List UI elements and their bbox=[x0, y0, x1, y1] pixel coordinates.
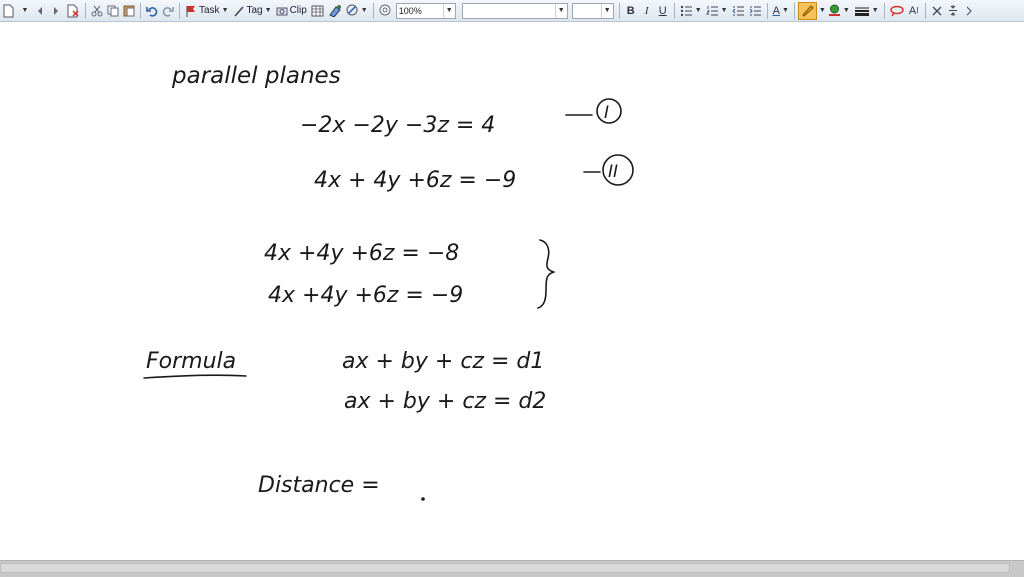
highlighter-icon bbox=[802, 5, 814, 17]
tag-label: Tag bbox=[246, 5, 263, 16]
toolbar-separator bbox=[673, 2, 675, 19]
pen-color-icon bbox=[828, 4, 840, 16]
table-icon[interactable] bbox=[309, 2, 326, 20]
formula-2: ax + by + cz = d2 bbox=[344, 389, 546, 414]
equation-2: 4x + 4y +6z = −9 bbox=[314, 168, 516, 193]
font-name-select[interactable]: ▼ bbox=[461, 2, 568, 19]
toolbar-separator bbox=[618, 2, 620, 19]
note-canvas[interactable]: parallel planes −2x −2y −3z = 4 I 4x + 4… bbox=[0, 22, 1024, 560]
line-style-button[interactable]: ▼ bbox=[852, 2, 881, 20]
pen-dot bbox=[421, 497, 425, 501]
bullet-list-icon[interactable]: ▼ bbox=[678, 2, 704, 20]
previous-page-icon[interactable] bbox=[32, 2, 48, 20]
zoom-select[interactable]: 100% ▼ bbox=[395, 2, 456, 19]
horizontal-scrollbar[interactable] bbox=[0, 560, 1024, 577]
tag-button[interactable]: Tag ▼ bbox=[231, 2, 274, 20]
toolbar-separator bbox=[372, 2, 374, 19]
chevron-down-icon: ▼ bbox=[221, 7, 229, 14]
bold-button[interactable]: B bbox=[623, 2, 639, 20]
delete-page-icon[interactable] bbox=[64, 2, 82, 20]
distance-label: Distance = bbox=[258, 473, 380, 498]
tools-icon[interactable]: ▼ bbox=[344, 2, 370, 20]
chevron-down-icon: ▼ bbox=[842, 7, 850, 14]
pen-color-button[interactable]: ▼ bbox=[826, 2, 852, 20]
equation-1-marker: I bbox=[604, 103, 609, 123]
chevron-down-icon: ▼ bbox=[442, 3, 453, 18]
toolbar-separator bbox=[883, 2, 885, 19]
close-icon[interactable] bbox=[929, 2, 945, 20]
chevron-down-icon: ▼ bbox=[360, 7, 368, 14]
paste-icon[interactable] bbox=[121, 2, 137, 20]
equation-brace bbox=[537, 239, 555, 309]
task-button[interactable]: Task ▼ bbox=[183, 2, 231, 20]
formula-1: ax + by + cz = d1 bbox=[342, 349, 544, 374]
toolbar-separator bbox=[85, 2, 86, 19]
underline-button[interactable]: U bbox=[655, 2, 671, 20]
cut-icon[interactable] bbox=[89, 2, 105, 20]
chevron-down-icon[interactable]: ▼ bbox=[819, 7, 826, 14]
chevron-down-icon: ▼ bbox=[720, 7, 728, 14]
copy-icon[interactable] bbox=[105, 2, 121, 20]
line-style-icon bbox=[854, 7, 869, 16]
font-size-mark: I bbox=[916, 6, 919, 15]
font-size-button[interactable]: AI bbox=[906, 2, 922, 20]
italic-button[interactable]: I bbox=[639, 2, 655, 20]
tag-pen-icon bbox=[233, 5, 244, 17]
heading-text: parallel planes bbox=[171, 63, 341, 89]
chevron-down-icon: ▼ bbox=[871, 7, 879, 14]
next-page-icon[interactable] bbox=[48, 2, 64, 20]
formula-label: Formula bbox=[146, 349, 236, 374]
page-dropdown-icon[interactable]: ▼ bbox=[16, 2, 32, 20]
insert-icon[interactable] bbox=[326, 2, 344, 20]
text-color-label: A bbox=[772, 4, 780, 17]
decrease-indent-icon[interactable] bbox=[730, 2, 747, 20]
toolbar-separator bbox=[140, 2, 141, 19]
chevron-down-icon: ▼ bbox=[264, 7, 272, 14]
clip-label: Clip bbox=[289, 5, 307, 16]
chevron-down-icon: ▼ bbox=[600, 3, 611, 18]
clip-button[interactable]: Clip bbox=[274, 2, 309, 20]
zoom-value: 100% bbox=[398, 5, 422, 16]
equation-3: 4x +4y +6z = −8 bbox=[264, 241, 459, 266]
equation-2-marker: II bbox=[608, 162, 618, 182]
chevron-down-icon: ▼ bbox=[694, 7, 702, 14]
highlighter-button[interactable] bbox=[797, 1, 817, 20]
increase-indent-icon[interactable] bbox=[747, 2, 764, 20]
zoom-icon[interactable] bbox=[377, 2, 394, 20]
equation-1: −2x −2y −3z = 4 bbox=[300, 113, 495, 138]
scrollbar-thumb[interactable] bbox=[0, 563, 1010, 573]
undo-icon[interactable] bbox=[144, 2, 160, 20]
toolbar-separator bbox=[179, 2, 180, 19]
new-page-icon[interactable] bbox=[0, 2, 16, 20]
chevron-down-icon: ▼ bbox=[781, 7, 789, 14]
lasso-icon[interactable] bbox=[888, 2, 906, 20]
toolbar-separator bbox=[924, 2, 926, 19]
redo-icon[interactable] bbox=[160, 2, 176, 20]
font-size-select[interactable]: ▼ bbox=[571, 2, 614, 19]
text-color-button[interactable]: A ▼ bbox=[771, 2, 791, 20]
clip-camera-icon bbox=[276, 7, 288, 15]
toolbar-separator bbox=[793, 2, 795, 19]
chevron-down-icon: ▼ bbox=[554, 3, 565, 18]
toolbar-separator bbox=[766, 2, 768, 19]
more-options-icon[interactable] bbox=[961, 2, 977, 20]
task-label: Task bbox=[199, 5, 220, 16]
font-a-label: A bbox=[908, 4, 917, 17]
equation-4: 4x +4y +6z = −9 bbox=[268, 283, 463, 308]
numbered-list-icon[interactable]: ▼ bbox=[704, 2, 730, 20]
task-flag-icon bbox=[186, 5, 195, 17]
handwriting-layer: parallel planes −2x −2y −3z = 4 I 4x + 4… bbox=[143, 63, 634, 501]
toolbar: ▼ Task ▼ Tag ▼ Clip ▼ 100% ▼ ▼ ▼ B I U ▼… bbox=[0, 0, 1024, 22]
insert-space-icon[interactable] bbox=[945, 2, 961, 20]
formula-underline bbox=[143, 374, 247, 379]
